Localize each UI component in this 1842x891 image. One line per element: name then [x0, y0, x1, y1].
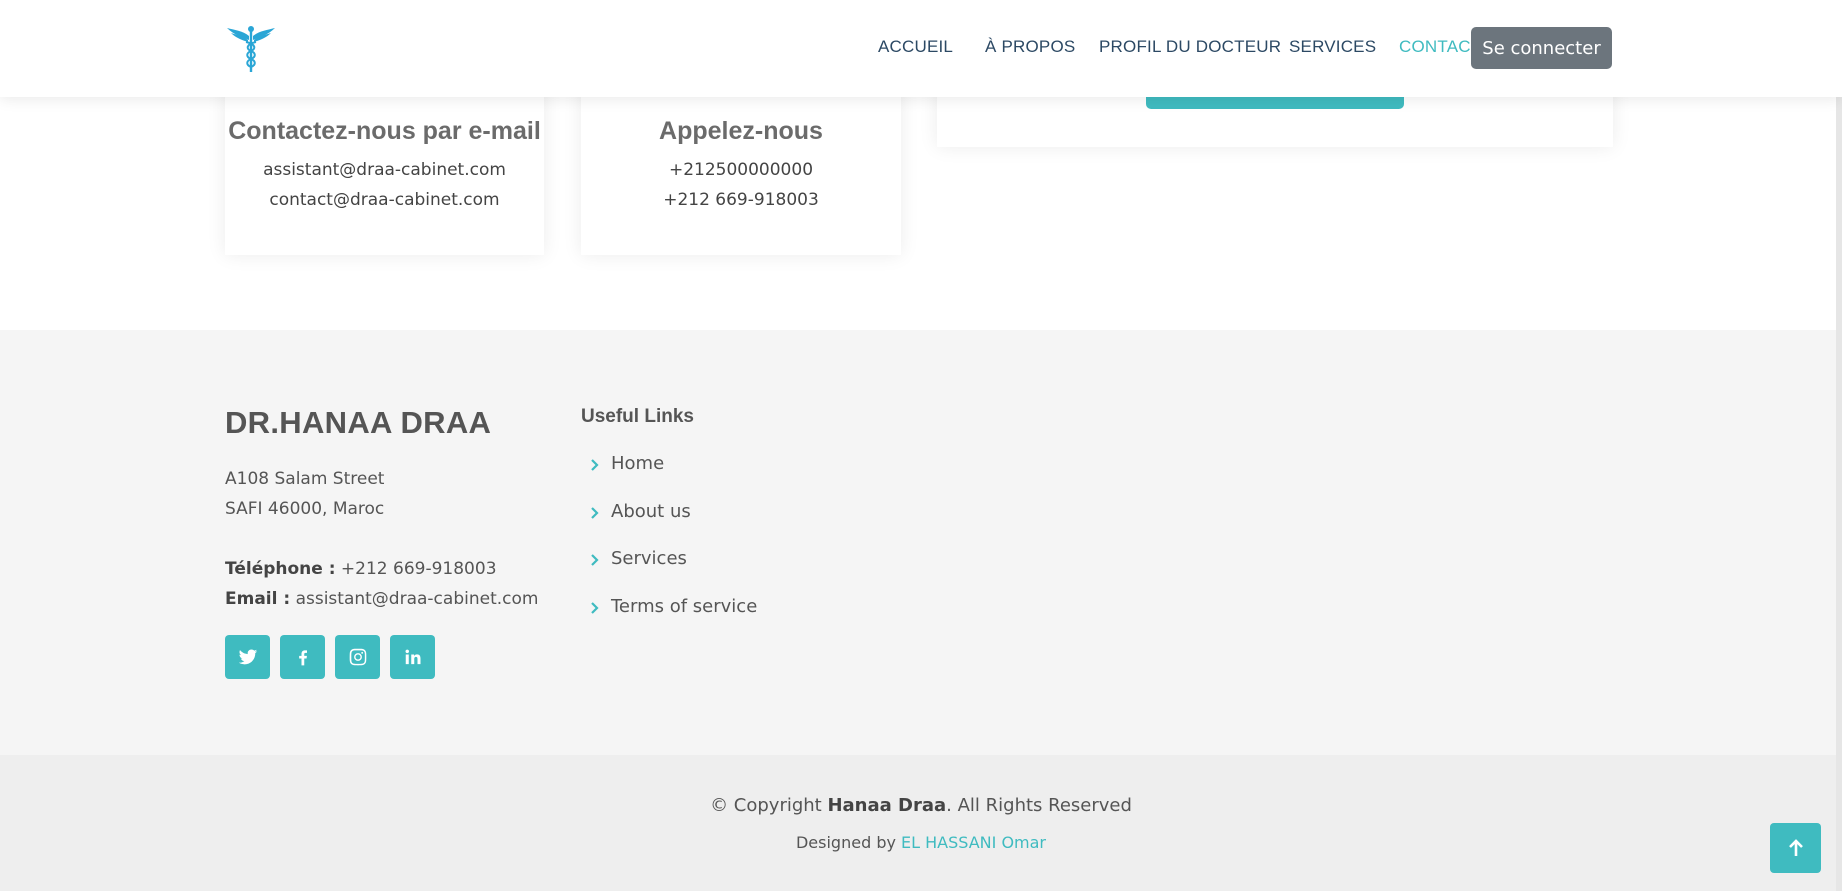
- phone-label: Téléphone :: [225, 559, 336, 579]
- back-to-top-button[interactable]: [1770, 823, 1821, 873]
- phone-line-2: +212 669-918003: [663, 190, 819, 210]
- email-line-1: assistant@draa-cabinet.com: [263, 160, 506, 180]
- nav-accueil[interactable]: ACCUEIL: [878, 37, 953, 57]
- email-value: assistant@draa-cabinet.com: [290, 589, 539, 609]
- nav-contact[interactable]: CONTACT: [1399, 37, 1481, 57]
- address-line-2: SAFI 46000, Maroc: [225, 499, 385, 519]
- chevron-right-icon: [587, 552, 601, 566]
- footer-link-home[interactable]: Home: [587, 453, 664, 474]
- footer-top: [0, 330, 1842, 755]
- footer-link-label: Home: [611, 453, 665, 474]
- footer-link-label: Terms of service: [611, 596, 758, 617]
- chevron-right-icon: [587, 457, 601, 471]
- scrollbar[interactable]: [1836, 0, 1842, 891]
- footer-email: Email : assistant@draa-cabinet.com: [225, 589, 538, 609]
- email-card-title: Contactez-nous par e-mail: [228, 117, 541, 145]
- designed-by: Designed by EL HASSANI Omar: [0, 833, 1842, 852]
- footer-phone: Téléphone : +212 669-918003: [225, 559, 497, 579]
- page: Contactez-nous par e-mail assistant@draa…: [0, 0, 1842, 891]
- footer-link-label: Services: [611, 548, 687, 569]
- phone-value: +212 669-918003: [335, 559, 497, 579]
- footer-brand: DR.HANAA DRAA: [225, 405, 492, 440]
- designer-link[interactable]: EL HASSANI Omar: [901, 833, 1046, 852]
- nav-services[interactable]: SERVICES: [1289, 37, 1376, 57]
- copyright-prefix: © Copyright: [710, 795, 828, 816]
- login-button[interactable]: Se connecter: [1471, 27, 1612, 69]
- header: ACCUEIL À PROPOS PROFIL DU DOCTEUR SERVI…: [0, 0, 1842, 97]
- chevron-right-icon: [587, 505, 601, 519]
- footer-link-label: About us: [611, 501, 691, 522]
- copyright-suffix: . All Rights Reserved: [946, 795, 1132, 816]
- footer-link-terms-of-service[interactable]: Terms of service: [587, 596, 757, 617]
- useful-links-title: Useful Links: [581, 406, 694, 427]
- email-line-2: contact@draa-cabinet.com: [269, 190, 500, 210]
- designed-prefix: Designed by: [795, 833, 902, 852]
- linkedin-icon[interactable]: [390, 635, 435, 679]
- copyright-name: Hanaa Draa: [827, 795, 947, 816]
- nav-a-propos[interactable]: À PROPOS: [985, 37, 1075, 57]
- email-label: Email :: [225, 589, 291, 609]
- footer-link-about-us[interactable]: About us: [587, 501, 691, 522]
- instagram-icon[interactable]: [335, 635, 380, 679]
- arrow-up-icon: [1788, 839, 1803, 856]
- facebook-icon[interactable]: [280, 635, 325, 679]
- twitter-icon[interactable]: [225, 635, 270, 679]
- phone-card-title: Appelez-nous: [659, 117, 823, 145]
- phone-line-1: +212500000000: [668, 160, 814, 180]
- nav-profil-du-docteur[interactable]: PROFIL DU DOCTEUR: [1099, 37, 1281, 57]
- caduceus-icon[interactable]: [225, 22, 277, 74]
- footer-bottom: [0, 755, 1842, 891]
- address-line-1: A108 Salam Street: [225, 469, 385, 489]
- copyright: © Copyright Hanaa Draa. All Rights Reser…: [0, 795, 1842, 816]
- footer-link-services[interactable]: Services: [587, 548, 687, 569]
- chevron-right-icon: [587, 600, 601, 614]
